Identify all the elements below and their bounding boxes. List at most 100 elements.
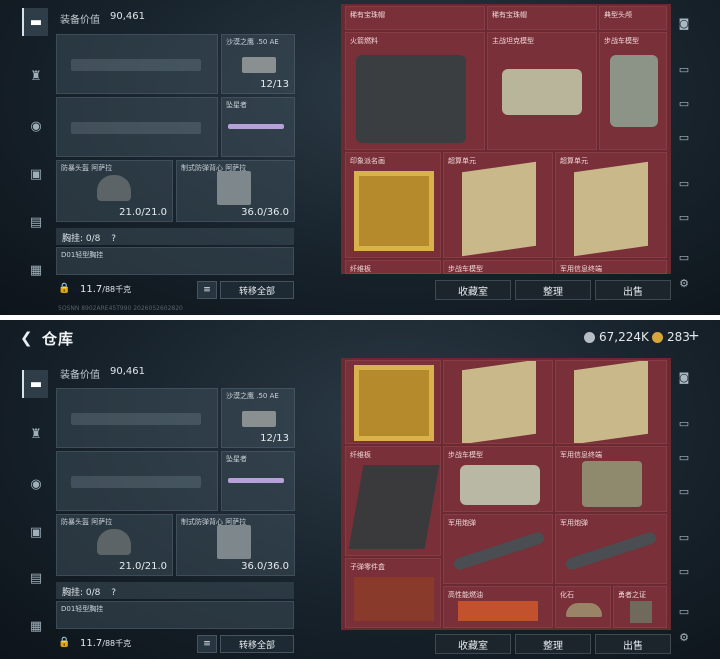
stash-settings-icon[interactable]: ◙ <box>672 366 696 388</box>
melee-slot[interactable]: 坠星者 <box>221 451 295 511</box>
armor-image <box>217 171 251 205</box>
stash-item-ammo-parts-box[interactable]: 子弹零件盒 <box>345 558 441 628</box>
stash-item-painting[interactable] <box>345 360 441 444</box>
stash-page-6[interactable]: ▭ <box>672 600 696 622</box>
stash-item-rocket-fuel[interactable]: 火箭燃料 <box>345 32 485 150</box>
stash-item-terminal[interactable]: 军用信息终端 <box>555 260 667 274</box>
nav-helmet-icon[interactable]: ◉ <box>22 470 50 498</box>
nav-backpack-icon[interactable]: ▣ <box>22 518 50 546</box>
helmet-slot[interactable]: 防暴头盔 阿萨拉 21.0/21.0 <box>56 514 173 576</box>
stash-page-5[interactable]: ▭ <box>672 560 696 582</box>
transfer-all-button[interactable]: 转移全部 <box>220 635 294 653</box>
stash-page-6[interactable]: ▭ <box>672 246 696 268</box>
collection-room-button[interactable]: 收藏室 <box>435 280 511 300</box>
stash-item-skull[interactable]: 典型头颅 <box>599 6 667 30</box>
stash-item-fiberboard[interactable]: 纤维板 <box>345 260 441 274</box>
list-view-button[interactable]: ≡ <box>197 635 217 653</box>
sidearm-slot[interactable]: 沙漠之鹰 .50 AE 12/13 <box>221 34 295 94</box>
stash-page-4[interactable]: ▭ <box>672 526 696 548</box>
secondary-gun-silhouette <box>71 476 201 488</box>
stash-item-ifv-model[interactable]: 步战车模型 <box>443 446 553 512</box>
armor-slot[interactable]: 制式防弹背心 阿萨拉 36.0/36.0 <box>176 160 295 222</box>
stash-item-terminal[interactable]: 军用信息终端 <box>555 446 667 512</box>
organize-button[interactable]: 整理 <box>515 634 591 654</box>
primary-gun-silhouette <box>71 59 201 71</box>
list-view-button[interactable]: ≡ <box>197 281 217 299</box>
nav-chest-icon[interactable]: ▤ <box>22 208 50 236</box>
stash-item-shell-1[interactable]: 军用炮弹 <box>443 514 553 584</box>
organize-button[interactable]: 整理 <box>515 280 591 300</box>
sidearm-slot[interactable]: 沙漠之鹰 .50 AE 12/13 <box>221 388 295 448</box>
stash-item-fuel[interactable]: 高性能燃油 <box>443 586 553 628</box>
nav-case-icon[interactable]: ▦ <box>22 256 50 284</box>
secondary-weapon-slot[interactable] <box>56 97 218 157</box>
stash-page-3[interactable]: ▭ <box>672 126 696 148</box>
melee-slot[interactable]: 坠星者 <box>221 97 295 157</box>
secondary-weapon-slot[interactable] <box>56 451 218 511</box>
lock-icon[interactable]: 🔒 <box>58 637 70 648</box>
stash-settings-icon[interactable]: ◙ <box>672 12 696 34</box>
stash-item-supercomputer-1[interactable] <box>443 360 553 444</box>
helmet-name: 防暴头盔 阿萨拉 <box>61 164 113 172</box>
back-arrow-icon[interactable]: ❮ <box>20 329 33 347</box>
stash-page-2[interactable]: ▭ <box>672 92 696 114</box>
chest-rig-header[interactable]: 胸挂: 0/8 ? <box>56 228 294 245</box>
sidearm-name: 沙漠之鹰 .50 AE <box>226 38 279 46</box>
chip-image-1 <box>462 361 536 443</box>
tank-image <box>502 69 582 115</box>
stash-page-5[interactable]: ▭ <box>672 206 696 228</box>
primary-gun-silhouette <box>71 413 201 425</box>
stash-page-1[interactable]: ▭ <box>672 412 696 434</box>
helmet-slot[interactable]: 防暴头盔 阿萨拉 21.0/21.0 <box>56 160 173 222</box>
currency-bonds-value: 283 <box>667 330 690 344</box>
weight-value: 11.7 <box>80 638 103 649</box>
armor-slot[interactable]: 制式防弹背心 阿萨拉 36.0/36.0 <box>176 514 295 576</box>
stash-item-supercomputer-1[interactable]: 超算单元 <box>443 152 553 258</box>
stash-item-shell-2[interactable]: 军用炮弹 <box>555 514 667 584</box>
painting-image <box>354 365 434 441</box>
currency-coins: 67,224K <box>584 330 649 344</box>
stash-item-hero-proof[interactable]: 勇者之证 <box>613 586 667 628</box>
lock-icon[interactable]: 🔒 <box>58 283 70 294</box>
nav-helmet-icon[interactable]: ◉ <box>22 112 50 140</box>
nav-armor-icon[interactable]: ♜ <box>22 420 50 448</box>
chest-help-icon[interactable]: ? <box>111 234 116 244</box>
stash-item-cap-2[interactable]: 稀有宝珠帽 <box>487 6 597 30</box>
stash-item-supercomputer-2[interactable] <box>555 360 667 444</box>
nav-weapon-icon[interactable]: ▬ <box>22 8 48 36</box>
add-currency-button[interactable]: + <box>688 328 700 344</box>
stash-page-2[interactable]: ▭ <box>672 446 696 468</box>
nav-armor-icon[interactable]: ♜ <box>22 62 50 90</box>
chest-rig-header[interactable]: 胸挂: 0/8 ? <box>56 582 294 599</box>
sell-button[interactable]: 出售 <box>595 634 671 654</box>
chest-rig-slot[interactable]: D01轻型胸挂 <box>56 601 294 629</box>
chest-rig-slot[interactable]: D01轻型胸挂 <box>56 247 294 275</box>
nav-weapon-icon[interactable]: ▬ <box>22 370 48 398</box>
stash-page-3[interactable]: ▭ <box>672 480 696 502</box>
stash-item-ifv-model-2[interactable]: 步战车模型 <box>443 260 553 274</box>
sidearm-ammo: 12/13 <box>260 433 289 444</box>
chest-help-icon[interactable]: ? <box>111 588 116 598</box>
gear-icon[interactable]: ⚙ <box>672 272 696 294</box>
stash-item-cap-1[interactable]: 稀有宝珠帽 <box>345 6 485 30</box>
armor-durability: 36.0/36.0 <box>241 207 289 218</box>
stash-item-fiberboard[interactable]: 纤维板 <box>345 446 441 556</box>
stash-item-painting[interactable]: 印象派名画 <box>345 152 441 258</box>
stash-page-1[interactable]: ▭ <box>672 58 696 80</box>
gear-icon[interactable]: ⚙ <box>672 626 696 648</box>
sell-button[interactable]: 出售 <box>595 280 671 300</box>
nav-chest-icon[interactable]: ▤ <box>22 564 50 592</box>
stash-item-ifv-model[interactable]: 步战车模型 <box>599 32 667 150</box>
primary-weapon-slot[interactable] <box>56 34 218 94</box>
primary-weapon-slot[interactable] <box>56 388 218 448</box>
stash-item-fossil[interactable]: 化石 <box>555 586 611 628</box>
currency-bonds: 283 <box>652 330 690 344</box>
stash-item-tank-model[interactable]: 主战坦克模型 <box>487 32 597 150</box>
collection-room-button[interactable]: 收藏室 <box>435 634 511 654</box>
stash-item-supercomputer-2[interactable]: 超算单元 <box>555 152 667 258</box>
transfer-all-button[interactable]: 转移全部 <box>220 281 294 299</box>
carry-weight: 11.7/88千克 <box>80 638 131 649</box>
nav-backpack-icon[interactable]: ▣ <box>22 160 50 188</box>
nav-case-icon[interactable]: ▦ <box>22 612 50 640</box>
stash-page-4[interactable]: ▭ <box>672 172 696 194</box>
